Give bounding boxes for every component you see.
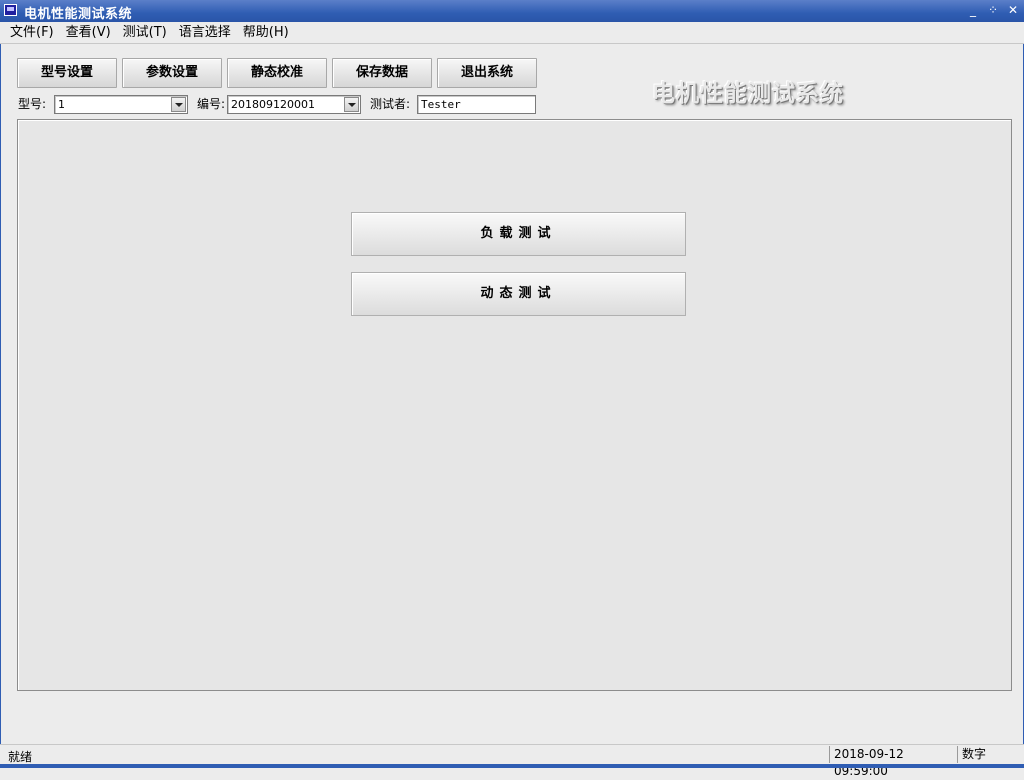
status-datetime: 2018-09-12 09:59:00 (829, 746, 955, 778)
window-title: 电机性能测试系统 (24, 7, 133, 22)
menu-view[interactable]: 查看(V) (59, 23, 116, 43)
status-mode: 数字 (957, 746, 1021, 763)
title-bar: 电机性能测试系统 _ ⁘ ✕ (0, 0, 1024, 22)
chevron-down-icon[interactable] (171, 97, 186, 112)
maximize-icon[interactable]: ⁘ (984, 2, 1002, 20)
model-settings-button[interactable]: 型号设置 (17, 58, 117, 88)
chevron-down-icon[interactable] (344, 97, 359, 112)
tester-input[interactable]: Tester (417, 95, 536, 114)
serial-label: 编号: (197, 97, 226, 111)
window-border-left (0, 22, 1, 764)
main-panel: 负载测试 动态测试 (17, 119, 1012, 691)
window-controls: _ ⁘ ✕ (964, 0, 1024, 22)
menu-language[interactable]: 语言选择 (172, 23, 236, 43)
save-data-button[interactable]: 保存数据 (332, 58, 432, 88)
load-test-button[interactable]: 负载测试 (351, 212, 686, 256)
window-border-bottom (0, 764, 1024, 768)
serial-select[interactable]: 201809120001 (227, 95, 361, 114)
status-bar: 就绪 2018-09-12 09:59:00 数字 (0, 744, 1024, 778)
minimize-icon[interactable]: _ (964, 2, 982, 20)
menu-help[interactable]: 帮助(H) (236, 23, 294, 43)
menu-test[interactable]: 测试(T) (116, 23, 172, 43)
menu-file[interactable]: 文件(F) (0, 23, 59, 43)
dynamic-test-button[interactable]: 动态测试 (351, 272, 686, 316)
menu-bar: 文件(F) 查看(V) 测试(T) 语言选择 帮助(H) (0, 22, 1024, 44)
model-select-value: 1 (58, 98, 65, 111)
static-calibration-button[interactable]: 静态校准 (227, 58, 327, 88)
param-settings-button[interactable]: 参数设置 (122, 58, 222, 88)
tester-label: 测试者: (370, 97, 411, 111)
app-icon (4, 4, 17, 16)
status-text: 就绪 (8, 750, 33, 764)
model-select[interactable]: 1 (54, 95, 188, 114)
close-icon[interactable]: ✕ (1004, 2, 1022, 20)
exit-system-button[interactable]: 退出系统 (437, 58, 537, 88)
brand-logo-text: 电机性能测试系统 (652, 80, 844, 107)
serial-select-value: 201809120001 (231, 98, 315, 111)
model-label: 型号: (18, 97, 47, 111)
